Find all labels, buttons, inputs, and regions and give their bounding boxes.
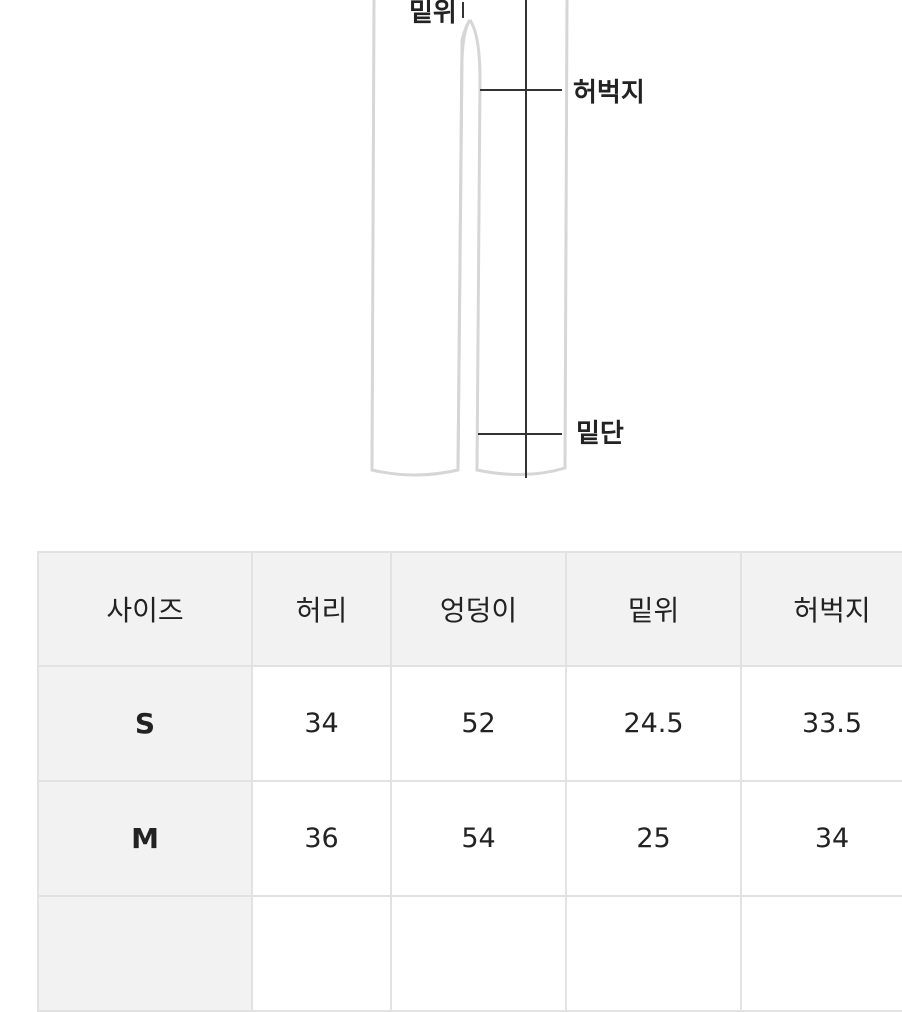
size-cell [37, 895, 253, 1012]
left-leg-outline [370, 0, 472, 477]
size-cell: S [37, 665, 253, 782]
header-waist: 허리 [251, 551, 392, 667]
table-row [37, 895, 902, 1012]
waist-cell [251, 895, 392, 1012]
hip-cell [390, 895, 567, 1012]
rise-cell: 25 [565, 780, 742, 897]
thigh-cell: 33.5 [740, 665, 902, 782]
left-leg-inner-seam [456, 19, 472, 471]
pants-diagram: 밑위 허벅지 밑단 [0, 0, 902, 520]
rise-cell: 24.5 [565, 665, 742, 782]
thigh-label: 허벅지 [573, 78, 645, 108]
table-header-row: 사이즈 허리 엉덩이 밑위 허벅지 [37, 551, 902, 667]
hem-label: 밑단 [576, 419, 624, 449]
hip-cell: 52 [390, 665, 567, 782]
pants-outline-illustration [370, 0, 569, 478]
header-rise: 밑위 [565, 551, 742, 667]
header-thigh: 허벅지 [740, 551, 902, 667]
waist-cell: 34 [251, 665, 392, 782]
rise-cell [565, 895, 742, 1012]
size-cell: M [37, 780, 253, 897]
waist-cell: 36 [251, 780, 392, 897]
thigh-cell: 34 [740, 780, 902, 897]
header-hip: 엉덩이 [390, 551, 567, 667]
rise-label: 밑위 [409, 0, 457, 28]
table-row: S 34 52 24.5 33.5 [37, 665, 902, 782]
header-size: 사이즈 [37, 551, 253, 667]
hip-cell: 54 [390, 780, 567, 897]
thigh-cell [740, 895, 902, 1012]
right-leg-outline [468, 0, 569, 476]
size-chart-table: 사이즈 허리 엉덩이 밑위 허벅지 S 34 52 24.5 33.5 M 36… [37, 551, 902, 1012]
table-row: M 36 54 25 34 [37, 780, 902, 897]
